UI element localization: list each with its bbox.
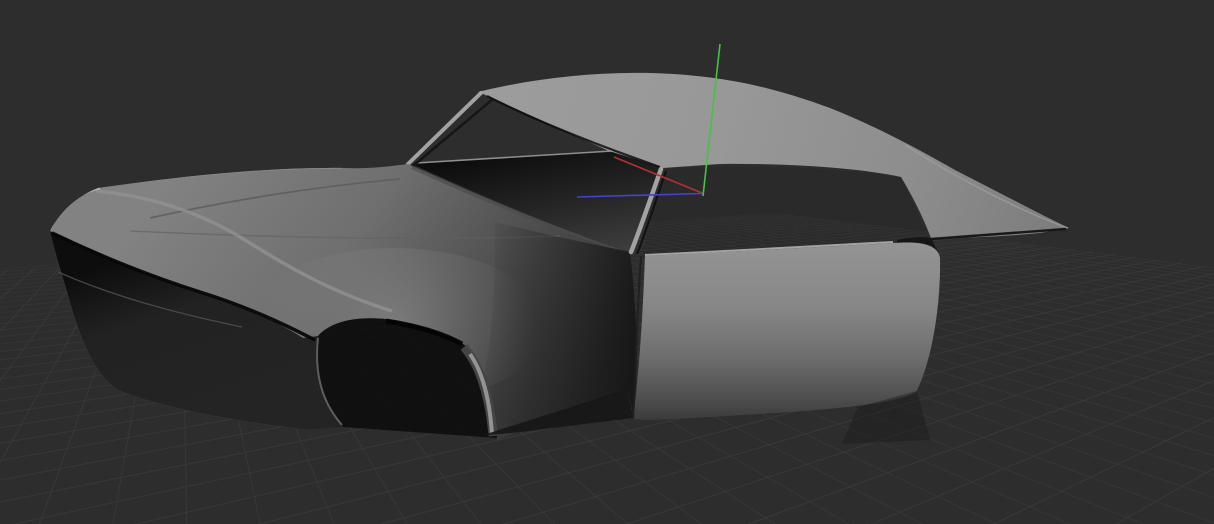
viewport[interactable] [0, 0, 1214, 524]
quarter-panel[interactable] [633, 242, 941, 420]
viewport-canvas[interactable] [0, 0, 1214, 524]
